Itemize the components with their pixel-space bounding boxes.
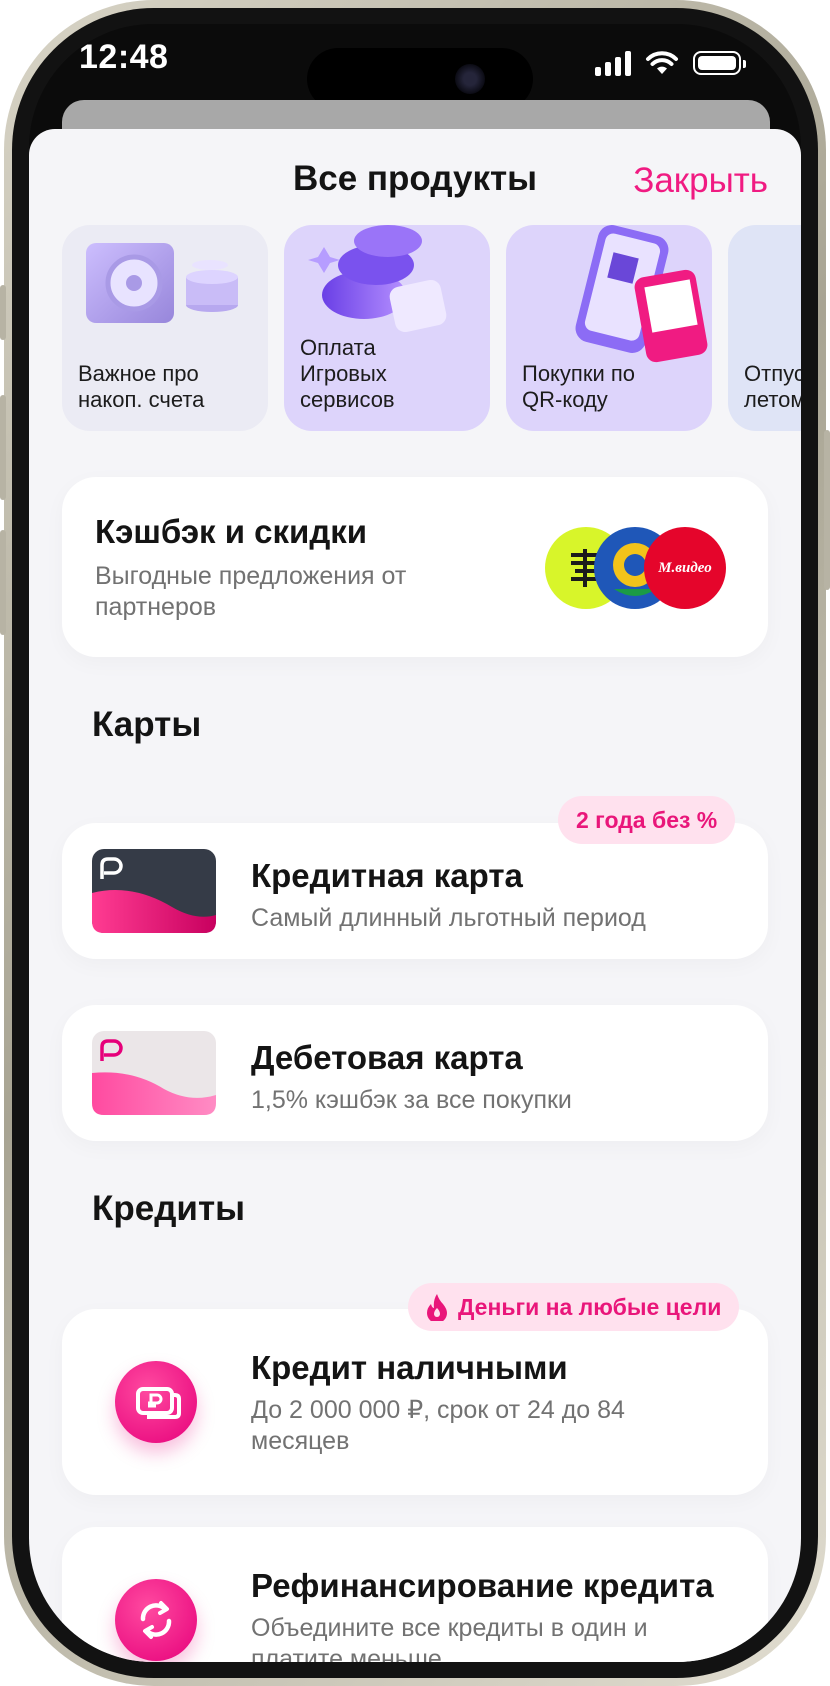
screen: 12:48 Все продукты Закрыть Важное про на…: [29, 24, 801, 1662]
phone-frame: 12:48 Все продукты Закрыть Важное про на…: [0, 0, 830, 1686]
cash-ruble-icon: [115, 1361, 197, 1443]
front-camera: [455, 64, 485, 94]
story-qr[interactable]: Покупки по QR-коду: [506, 225, 712, 431]
refinancing-subtitle: Объедините все кредиты в один и платите …: [251, 1614, 648, 1662]
story-savings[interactable]: Важное про накоп. счета: [62, 225, 268, 431]
credit-card-title: Кредитная карта: [251, 857, 523, 894]
debit-card-title: Дебетовая карта: [251, 1039, 523, 1076]
cash-loan-product[interactable]: Кредит наличными До 2 000 000 ₽, срок от…: [62, 1309, 768, 1495]
debit-card-product[interactable]: Дебетовая карта 1,5% кэшбэк за все покуп…: [62, 1005, 768, 1141]
volume-down-button: [0, 530, 6, 635]
credit-card-image: [92, 849, 216, 933]
cellular-signal-icon: [595, 50, 631, 76]
credits-heading: Кредиты: [92, 1189, 245, 1228]
credit-card-badge: 2 года без %: [558, 796, 736, 844]
wifi-icon: [646, 51, 678, 74]
cash-loan-badge: Деньги на любые цели: [408, 1283, 740, 1331]
battery-icon: [693, 51, 746, 75]
debit-card-subtitle: 1,5% кэшбэк за все покупки: [251, 1086, 572, 1114]
mvideo-logo: М.видео: [644, 527, 726, 609]
cashback-subtitle: Выгодные предложения от партнеров: [95, 562, 407, 621]
cashback-title: Кэшбэк и скидки: [95, 513, 368, 550]
refinancing-title: Рефинансирование кредита: [251, 1567, 714, 1604]
story-label: Отпуск летом: [744, 361, 801, 412]
cash-loan-badge-label: Деньги на любые цели: [458, 1294, 722, 1320]
cash-loan-subtitle: До 2 000 000 ₽, срок от 24 до 84 месяцев: [251, 1396, 625, 1455]
all-products-sheet: Все продукты Закрыть Важное про накоп. с…: [29, 129, 801, 1662]
close-button[interactable]: Закрыть: [633, 161, 768, 201]
power-button: [824, 430, 830, 590]
story-label: Важное про накоп. счета: [78, 361, 205, 412]
story-games[interactable]: Оплата Игровых сервисов: [284, 225, 490, 431]
mvideo-logo-text: М.видео: [658, 559, 712, 576]
status-icons: [595, 48, 746, 78]
refinancing-product[interactable]: Рефинансирование кредита Объедините все …: [62, 1527, 768, 1662]
credit-card-subtitle: Самый длинный льготный период: [251, 904, 646, 932]
stories-carousel[interactable]: Важное про накоп. счета Оплата Игровых с…: [62, 225, 801, 433]
refresh-icon: [115, 1579, 197, 1661]
story-vacation[interactable]: Отпуск летом: [728, 225, 801, 431]
mute-switch: [0, 285, 6, 340]
cards-heading: Карты: [92, 705, 202, 744]
flame-icon: [427, 1294, 447, 1321]
story-label: Оплата Игровых сервисов: [300, 335, 395, 412]
cashback-card[interactable]: Кэшбэк и скидки Выгодные предложения от …: [62, 477, 768, 657]
volume-up-button: [0, 395, 6, 500]
status-time: 12:48: [79, 38, 169, 76]
debit-card-image: [92, 1031, 216, 1115]
story-label: Покупки по QR-коду: [522, 361, 636, 412]
cash-loan-title: Кредит наличными: [251, 1349, 568, 1386]
